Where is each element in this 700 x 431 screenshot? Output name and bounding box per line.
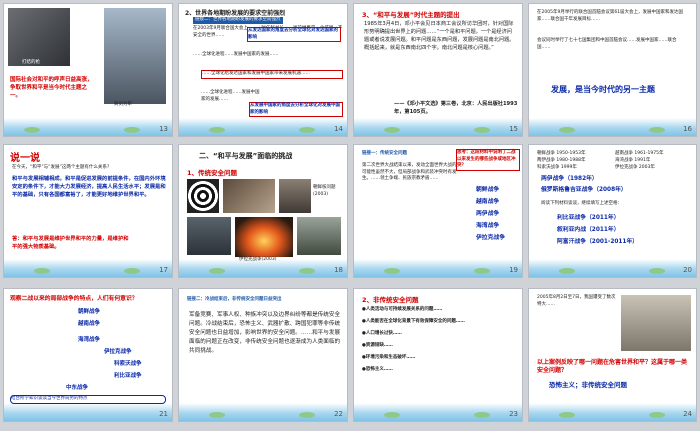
page-number: 24 — [683, 410, 692, 418]
list-item: ●资源短缺…… — [362, 343, 393, 348]
knotted-gun-photo — [8, 8, 70, 66]
slide-thumb-19[interactable]: 链接一：传统安全问题 第二次世界大战结束以来，发动全面世界大战的可能性虽然不大，… — [353, 144, 523, 278]
slide-answer: 恐怖主义；非传统安全问题 — [549, 381, 627, 389]
slide-subheading: 1、传统安全问题 — [187, 169, 238, 177]
war-item: 中东战争 — [66, 385, 89, 391]
page-number: 20 — [683, 266, 692, 274]
page-number: 14 — [334, 125, 343, 133]
list-item: 越南战争 1961-1975年 — [615, 151, 664, 156]
slide-text: 国际社会对和平的呼声日益高涨，争取世界和平是当今时代主题之一。 — [10, 77, 93, 99]
sculpture-photo — [104, 8, 166, 104]
list-item: 朝鲜战争 1950-1953年 — [537, 151, 586, 156]
slide-subtitle: 链接二：世界各地期盼发展的要求空前强烈 — [193, 17, 283, 24]
list-item: ●恐怖主义…… — [362, 367, 393, 372]
list-item: ●人类能否在全球化背景下有效保障安全的问题…… — [362, 319, 465, 324]
war-item: 伊拉克战争 — [476, 235, 505, 241]
war-item: 两伊战争 — [476, 211, 500, 217]
slide-heading: 3、“和平与发展”时代主题的提出 — [362, 11, 460, 19]
slide-heading: 2、非传统安全问题 — [362, 296, 419, 304]
slide-body: 会议同时举行了七十七国集团和中国首脑会议……发展中国家……联合国…… — [537, 38, 677, 50]
leader-photo — [279, 179, 311, 213]
slide-thumb-15[interactable]: 3、“和平与发展”时代主题的提出 1985年3月4日，邓小平会见日本商工会议所访… — [353, 3, 523, 137]
slide-body: 在2005年9月举行的联合国首脑会议第61届大会上，发展中国家和发达国家……联合… — [537, 10, 684, 22]
highlight-item: 阿富汗战争（2001-2011年） — [557, 239, 639, 245]
photo-caption: 朝鲜核问题(2003) — [313, 185, 336, 197]
slide-body: 2005年8月2日至7日，我国遭受了数次特大…… — [537, 295, 616, 307]
slide-title: 2、世界各地期盼发展的要求空前强烈 — [185, 10, 286, 17]
slide-question: 在今天，“和平”与“发展”这两个主题有什么关系? — [12, 165, 110, 170]
war-item: 海湾战争 — [476, 223, 500, 229]
target-photo — [187, 179, 219, 213]
war-item: 朝鲜战争 — [476, 187, 500, 193]
photo-caption: 打结的枪 — [22, 60, 40, 65]
callout-bubble: 从发展中国家的角度去分析全球化对发展中国家的影响 — [249, 102, 343, 117]
soldier-photo — [187, 217, 231, 255]
list-item: ●人口增长过快…… — [362, 331, 402, 336]
slide-thumb-21[interactable]: 观察二战以来的局部战争的特点，人们有何意识？ 朝鲜战争 越南战争 海湾战争 伊拉… — [3, 288, 173, 422]
explosion-photo — [235, 217, 293, 257]
page-number: 15 — [509, 125, 518, 133]
list-item: 两伊战争 1980-1988年 — [537, 158, 586, 163]
slide-answer: 和平与发展相辅相成，和平是促进发展的前提条件，在国内外环境安定的条件下，才能大力… — [12, 176, 166, 198]
slide-body: 1985年3月4日，邓小平会见日本商工会议所访华团时，针对国际形势明确提出世界上… — [364, 21, 515, 51]
page-number: 21 — [159, 410, 168, 418]
page-number: 18 — [334, 266, 343, 274]
news-photo — [621, 295, 691, 351]
slide-instruction: 阅读下列材料谈谈，继续填写上述空格： — [541, 201, 622, 206]
war-item: 越南战争 — [78, 321, 101, 327]
highlight-box: ……全球化给发达国家和发展中国家带来发展机遇…… — [201, 70, 343, 79]
photo-caption: 铸剑为犁 — [114, 102, 132, 107]
slide-tag: 链接一：传统安全问题 — [362, 151, 407, 156]
slide-thumb-16[interactable]: 在2005年9月举行的联合国首脑会议第61届大会上，发展中国家和发达国家……联合… — [528, 3, 697, 137]
war-item: 越南战争 — [476, 199, 500, 205]
footer-box: 结合所学知识谈谈当今世界局势的特点 — [10, 395, 166, 404]
slide-body: ……全球化进程……发展中国家的发展…… — [193, 52, 279, 57]
war-item: 利比亚战争 — [114, 373, 142, 379]
callout-bubble: 从发达国家的角度去分析全球化对发达国家的影响 — [247, 27, 341, 42]
slide-thumb-23[interactable]: 2、非传统安全问题 ●人类活动与可持续发展关系的问题…… ●人类能否在全球化背景… — [353, 288, 523, 422]
page-number: 23 — [509, 410, 518, 418]
slide-heading: 二、“和平与发展”面临的挑战 — [199, 152, 293, 160]
crowd-photo — [223, 179, 275, 213]
slide-body: 军备竞赛、军事人权、种族冲突以及边界纠纷等都是传统安全问题。冷战结束后，恐怖主义… — [189, 312, 341, 354]
page-number: 13 — [159, 125, 168, 133]
slide-answer: 答：和平与发展是维护世界和平的力量，是维护和平的强大物质基础。 — [12, 236, 129, 250]
page-number: 16 — [683, 125, 692, 133]
page-number: 22 — [334, 410, 343, 418]
war-item: 科索沃战争 — [114, 361, 142, 367]
slide-thumb-14[interactable]: 2、世界各地期盼发展的要求空前强烈 链接二：世界各地期盼发展的要求空前强烈 在2… — [178, 3, 348, 137]
page-number: 17 — [159, 266, 168, 274]
list-item: 科索沃战争 1999年 — [537, 165, 577, 170]
photo-caption: 伊拉克战争(2003) — [239, 257, 277, 262]
slide-heading: 观察二战以来的局部战争的特点，人们有何意识？ — [10, 296, 138, 302]
slide-title: 说一说 — [10, 153, 40, 164]
highlight-item: 两伊战争（1982年） — [541, 176, 598, 182]
highlight-item: 俄罗斯格鲁吉亚战争（2008年） — [541, 187, 627, 193]
list-item: ●环境污染和生态破坏…… — [362, 355, 416, 360]
slide-thumb-18[interactable]: 二、“和平与发展”面临的挑战 1、传统安全问题 朝鲜核问题(2003) 伊拉克战… — [178, 144, 348, 278]
slide-thumb-22[interactable]: 链接二：冷战结束后，非传统安全问题日益突出 军备竞赛、军事人权、种族冲突以及边界… — [178, 288, 348, 422]
list-item: 伊拉克战争 2003年 — [615, 165, 655, 170]
war-item: 海湾战争 — [78, 337, 101, 343]
page-number: 19 — [509, 266, 518, 274]
war-item: 伊拉克战争 — [104, 349, 132, 355]
slide-highlight: 发展，是当今时代的另一主题 — [551, 85, 655, 94]
highlight-item: 利比亚战争（2011年） — [557, 215, 620, 221]
list-item: 海湾战争 1991年 — [615, 158, 651, 163]
slide-thumb-20[interactable]: 朝鲜战争 1950-1953年 越南战争 1961-1975年 两伊战争 198… — [528, 144, 697, 278]
war-item: 朝鲜战争 — [78, 309, 101, 315]
think-callout: 思考：这段材料中说明了二战以来发生的哪些战争或地区冲突？ — [456, 149, 520, 171]
highlight-item: 叙利亚内战（2011年） — [557, 227, 620, 233]
war-photo — [297, 217, 341, 255]
slide-thumb-17[interactable]: 说一说 在今天，“和平”与“发展”这两个主题有什么关系? 和平与发展相辅相成，和… — [3, 144, 173, 278]
slide-question: 以上案例反映了哪一问题在危害世界和平？这属于哪一类安全问题？ — [537, 359, 688, 374]
slide-thumb-13[interactable]: 打结的枪 铸剑为犁 国际社会对和平的呼声日益高涨，争取世界和平是当今时代主题之一… — [3, 3, 173, 137]
slide-body: 第二次世界大战结束以来，发动全面世界大战的可能性虽然不大，但局部战争和武装冲突时… — [362, 163, 457, 181]
slide-thumb-24[interactable]: 2005年8月2日至7日，我国遭受了数次特大…… 以上案例反映了哪一问题在危害世… — [528, 288, 697, 422]
slide-tag: 链接二：冷战结束后，非传统安全问题日益突出 — [187, 297, 282, 302]
source-citation: ——《邓小平文选》第三卷，北京：人民出版社1993年，第105页。 — [394, 101, 518, 115]
list-item: ●人类活动与可持续发展关系的问题…… — [362, 307, 443, 312]
